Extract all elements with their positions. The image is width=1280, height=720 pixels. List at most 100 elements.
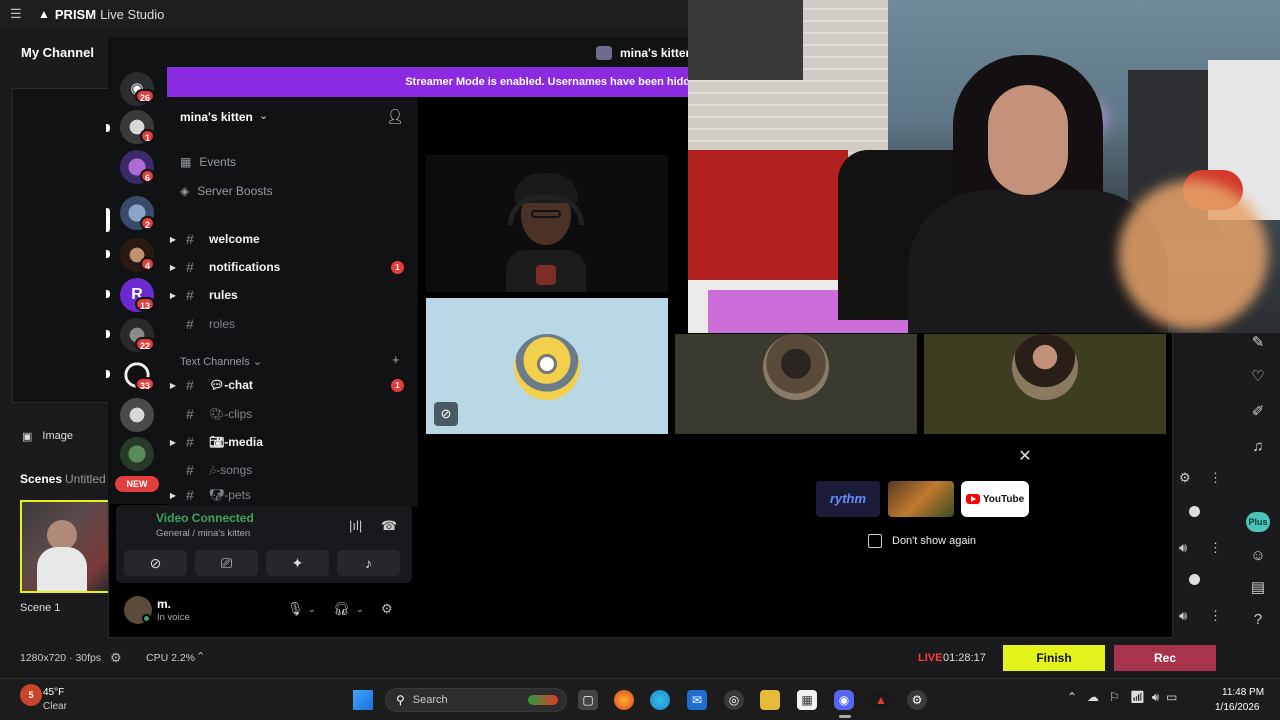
help-icon[interactable]: ? bbox=[1248, 610, 1268, 630]
gear-icon[interactable]: ⚙ bbox=[1179, 470, 1191, 486]
server-icon[interactable] bbox=[120, 398, 154, 432]
channel-pets[interactable]: ▶ # 🐶︎-pets bbox=[166, 487, 412, 503]
start-icon[interactable] bbox=[353, 690, 373, 710]
draw-icon[interactable]: ✐ bbox=[1248, 402, 1268, 422]
voice-channel-name[interactable]: General / mina's kitten bbox=[156, 528, 250, 539]
visibility-toggle[interactable] bbox=[1189, 506, 1200, 517]
channel-songs[interactable]: # 🎶︎-songs bbox=[166, 459, 412, 481]
guild-badge: 2 bbox=[140, 216, 156, 230]
settings-icon[interactable]: ⚙ bbox=[907, 690, 927, 710]
channel-label: notifications bbox=[209, 260, 281, 274]
collapse-arrow-icon: ▶ bbox=[169, 437, 177, 447]
app-tile-game[interactable] bbox=[888, 481, 954, 517]
scene-collection-name[interactable]: Untitled bbox=[65, 472, 106, 486]
hamburger-icon[interactable]: ☰ bbox=[10, 6, 24, 22]
boost-icon: ◈ bbox=[180, 184, 190, 198]
server-boosts-link[interactable]: ◈ Server Boosts bbox=[180, 184, 273, 198]
hash-icon: # bbox=[186, 462, 194, 478]
edit-icon[interactable]: ✎ bbox=[1248, 333, 1268, 353]
disconnect-icon[interactable]: ☎ bbox=[381, 518, 397, 534]
app-tile-youtube[interactable]: YouTube bbox=[961, 481, 1029, 517]
collapse-arrow-icon: ▶ bbox=[169, 380, 177, 390]
plus-badge[interactable]: Plus bbox=[1246, 512, 1270, 532]
channel-label: roles bbox=[209, 317, 236, 331]
unread-indicator bbox=[106, 290, 110, 298]
mention-badge: 1 bbox=[391, 378, 404, 392]
new-badge: NEW bbox=[115, 476, 159, 492]
obs-icon[interactable]: ◎ bbox=[724, 690, 744, 710]
visibility-toggle[interactable] bbox=[1189, 574, 1200, 585]
add-channel-icon[interactable]: + bbox=[392, 352, 400, 367]
system-tray[interactable]: ⌃ ☁ ⚐ 📶︎ 🔊︎ ▭ bbox=[1067, 690, 1177, 705]
outlook-icon[interactable]: ✉ bbox=[687, 690, 707, 710]
microphone-icon[interactable]: 🎙︎ bbox=[287, 601, 304, 617]
screen-share-button[interactable]: ⎚ bbox=[195, 550, 258, 576]
user-settings-icon[interactable]: ⚙ bbox=[381, 601, 393, 617]
volume-icon[interactable]: 🔊︎ bbox=[1179, 608, 1187, 624]
weather-temperature[interactable]: 45°F bbox=[43, 687, 64, 698]
camera-off-button[interactable]: ⊘ bbox=[124, 550, 187, 576]
prism-icon[interactable]: ▲ bbox=[871, 690, 891, 710]
channel-clips[interactable]: # 🎨︎-clips bbox=[166, 403, 412, 425]
channel-rules[interactable]: ▶ # rules bbox=[166, 284, 412, 306]
taskbar-search[interactable]: ⚲ Search bbox=[385, 688, 567, 712]
scene-thumbnail[interactable] bbox=[20, 500, 110, 593]
search-icon: ⚲ bbox=[396, 693, 405, 707]
more-icon[interactable]: ⋮ bbox=[1209, 608, 1222, 624]
mention-badge: 1 bbox=[391, 260, 404, 274]
dont-show-checkbox[interactable] bbox=[868, 534, 882, 548]
store-icon[interactable]: ▦ bbox=[797, 690, 817, 710]
gear-icon[interactable]: ⚙ bbox=[110, 650, 122, 666]
beauty-icon[interactable]: ☺ bbox=[1248, 546, 1268, 566]
file-explorer-icon[interactable] bbox=[760, 690, 780, 710]
app-tile-rythm[interactable]: rythm bbox=[816, 481, 880, 517]
category-text-channels[interactable]: Text Channels ⌄ bbox=[180, 355, 262, 368]
discord-icon[interactable]: ◉ bbox=[834, 690, 854, 710]
voice-status: Video Connected bbox=[156, 511, 254, 525]
guild-badge: 1 bbox=[140, 129, 156, 143]
music-icon[interactable]: ♫ bbox=[1248, 437, 1268, 457]
chevron-up-icon[interactable]: ⌃ bbox=[196, 650, 205, 663]
noise-suppression-icon[interactable]: |ıl| bbox=[349, 518, 362, 533]
activities-button[interactable]: ✦ bbox=[266, 550, 329, 576]
source-image-item[interactable]: ▣ Image bbox=[12, 422, 112, 450]
chevron-down-icon[interactable]: ⌄ bbox=[308, 604, 316, 615]
headphones-icon[interactable]: 🎧︎ bbox=[333, 601, 350, 617]
edge-icon[interactable] bbox=[650, 690, 670, 710]
add-user-icon[interactable]: 👤︎ bbox=[386, 108, 404, 125]
server-name[interactable]: mina's kitten bbox=[180, 110, 253, 124]
clock-time[interactable]: 11:48 PM bbox=[1222, 687, 1264, 698]
firefox-icon[interactable] bbox=[614, 690, 634, 710]
close-icon[interactable]: ✕ bbox=[1016, 448, 1034, 466]
channel-chat[interactable]: ▶ # 💬︎-chat 1 bbox=[166, 374, 412, 396]
clock-date[interactable]: 1/16/2026 bbox=[1215, 702, 1260, 713]
channel-welcome[interactable]: ▶ # welcome bbox=[166, 228, 412, 250]
channel-roles[interactable]: # roles bbox=[166, 313, 412, 335]
hash-icon: # bbox=[186, 406, 194, 422]
chat-icon[interactable]: ▤ bbox=[1248, 578, 1268, 598]
chevron-down-icon[interactable]: ⌄ bbox=[356, 604, 364, 615]
channel-notifications[interactable]: ▶ # notifications 1 bbox=[166, 256, 412, 278]
search-highlight-icon bbox=[528, 695, 558, 705]
events-link[interactable]: ▦ Events bbox=[180, 155, 236, 169]
channel-media[interactable]: ▶ # 📷︎-media bbox=[166, 431, 412, 453]
more-icon[interactable]: ⋮ bbox=[1209, 470, 1222, 486]
heart-icon[interactable]: ♡ bbox=[1248, 367, 1268, 387]
my-channel-label[interactable]: My Channel bbox=[21, 45, 94, 60]
dont-show-label[interactable]: Don't show again bbox=[892, 535, 976, 547]
volume-icon[interactable]: 🔊︎ bbox=[1179, 540, 1187, 556]
finish-button[interactable]: Finish bbox=[1003, 645, 1105, 671]
avatar bbox=[1012, 334, 1078, 400]
scene-name[interactable]: Scene 1 bbox=[20, 602, 60, 614]
weather-icon[interactable]: 5 bbox=[20, 684, 42, 706]
task-view-icon[interactable]: ▢ bbox=[578, 690, 598, 710]
unread-indicator bbox=[106, 250, 110, 258]
rec-button[interactable]: Rec bbox=[1114, 645, 1216, 671]
more-icon[interactable]: ⋮ bbox=[1209, 540, 1222, 556]
server-icon[interactable] bbox=[120, 437, 154, 471]
image-icon: ▣ bbox=[22, 430, 33, 443]
soundboard-button[interactable]: ♪ bbox=[337, 550, 400, 576]
chevron-down-icon[interactable]: ⌄ bbox=[259, 109, 268, 122]
video-tile[interactable] bbox=[426, 155, 668, 292]
channel-label: welcome bbox=[209, 232, 260, 246]
